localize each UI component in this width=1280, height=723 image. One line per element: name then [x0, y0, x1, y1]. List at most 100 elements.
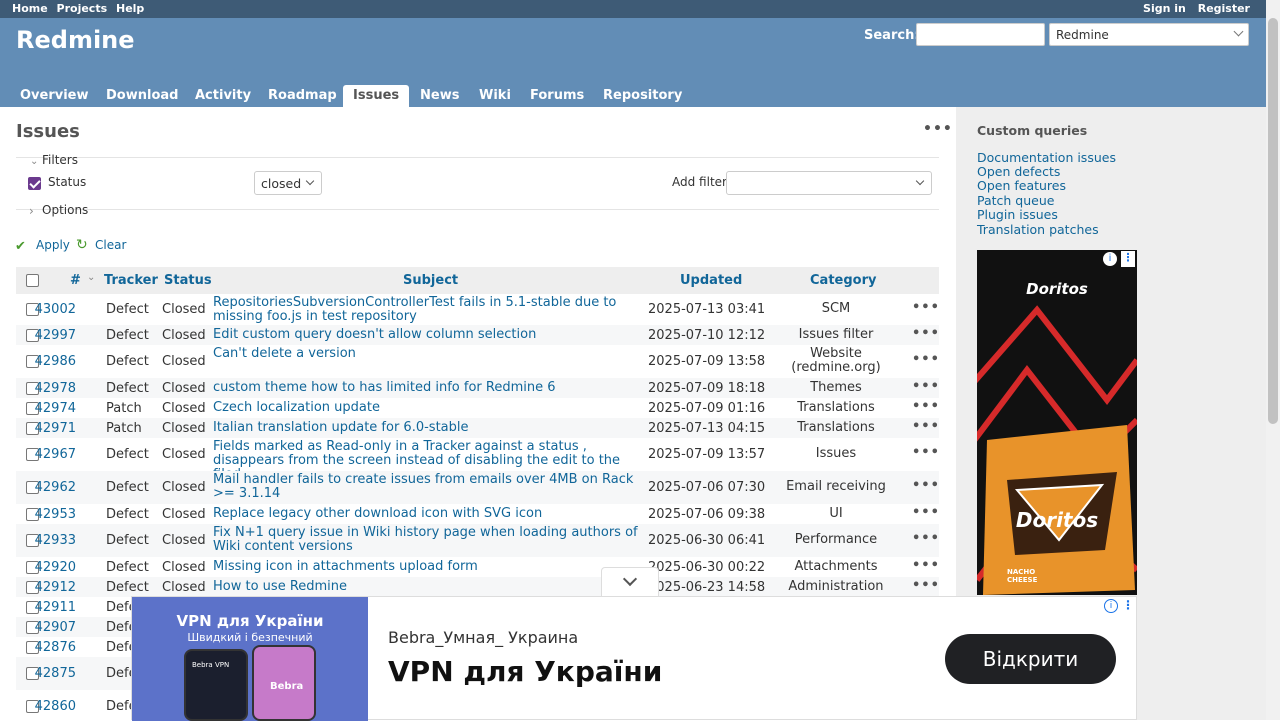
issue-id[interactable]: 42911 — [16, 600, 76, 615]
query-link[interactable]: Open features — [977, 178, 1066, 193]
filters-toggle[interactable]: Filters — [42, 153, 78, 167]
tab-news[interactable]: News — [410, 85, 469, 107]
ad-info-icon[interactable]: i — [1104, 599, 1118, 613]
table-row[interactable]: 42971 Patch Closed Italian translation upda… — [16, 418, 939, 438]
table-row[interactable]: 42986 Defect Closed Can't delete a version 2… — [16, 345, 939, 378]
issue-id[interactable]: 42953 — [16, 507, 76, 522]
search-input[interactable] — [916, 23, 1045, 46]
issue-subject[interactable]: custom theme how to has limited info for… — [213, 380, 639, 395]
tab-activity[interactable]: Activity — [185, 85, 261, 107]
query-link[interactable]: Patch queue — [977, 193, 1054, 208]
issue-id[interactable]: 42876 — [16, 640, 76, 655]
top-link-home[interactable]: Home — [12, 2, 48, 15]
site-title[interactable]: Redmine — [16, 26, 135, 54]
issue-subject[interactable]: Mail handler fails to create issues from… — [213, 473, 639, 501]
tab-repository[interactable]: Repository — [593, 85, 692, 107]
ad-menu-icon[interactable]: ⋮ — [1121, 251, 1135, 267]
register-link[interactable]: Register — [1198, 2, 1250, 15]
query-link[interactable]: Plugin issues — [977, 207, 1058, 222]
tab-wiki[interactable]: Wiki — [469, 85, 521, 107]
row-actions-icon[interactable]: ••• — [912, 531, 940, 546]
issue-id[interactable]: 42933 — [16, 533, 76, 548]
row-actions-icon[interactable]: ••• — [912, 379, 940, 394]
project-jump-select[interactable]: Redmine — [1049, 23, 1249, 46]
col-subject[interactable]: Subject — [403, 273, 458, 288]
row-actions-icon[interactable]: ••• — [912, 326, 940, 341]
chevron-down-icon[interactable]: ⌄ — [30, 156, 38, 167]
row-actions-icon[interactable]: ••• — [912, 300, 940, 315]
row-actions-icon[interactable]: ••• — [912, 558, 940, 573]
top-link-help[interactable]: Help — [116, 2, 144, 15]
row-actions-icon[interactable]: ••• — [912, 445, 940, 460]
actions-menu-icon[interactable]: ••• — [923, 121, 953, 137]
issue-subject[interactable]: Can't delete a version — [213, 347, 639, 361]
col-tracker[interactable]: Tracker — [104, 273, 158, 288]
ad-collapse-handle[interactable] — [601, 567, 659, 596]
tab-issues[interactable]: Issues — [343, 85, 410, 107]
clear-button[interactable]: Clear — [95, 238, 126, 252]
sign-in-link[interactable]: Sign in — [1143, 2, 1186, 15]
issue-id[interactable]: 42974 — [16, 401, 76, 416]
issue-subject[interactable]: Czech localization update — [213, 400, 639, 415]
row-actions-icon[interactable]: ••• — [912, 478, 940, 493]
status-operator-select[interactable]: closed — [254, 171, 322, 195]
issue-id[interactable]: 43002 — [16, 302, 76, 317]
chevron-right-icon[interactable]: › — [29, 204, 34, 218]
ad-cta-button[interactable]: Відкрити — [945, 634, 1116, 684]
issue-subject[interactable]: Fix N+1 query issue in Wiki history page… — [213, 526, 639, 554]
table-row[interactable]: 42978 Defect Closed custom theme how to has… — [16, 378, 939, 398]
issue-id[interactable]: 42860 — [16, 699, 76, 714]
issue-subject[interactable]: RepositoriesSubversionControllerTest fai… — [213, 296, 639, 324]
select-all-checkbox[interactable] — [26, 274, 39, 287]
table-row[interactable]: 42920 Defect Closed Missing icon in attachm… — [16, 557, 939, 577]
table-row[interactable]: 42962 Defect Closed Mail handler fails to c… — [16, 471, 939, 504]
table-row[interactable]: 42974 Patch Closed Czech localization updat… — [16, 398, 939, 418]
issue-id[interactable]: 42986 — [16, 354, 76, 369]
row-actions-icon[interactable]: ••• — [912, 578, 940, 593]
bottom-ad-banner[interactable]: VPN для України Швидкий і безпечний Bebr… — [131, 596, 1137, 721]
ad-menu-icon[interactable]: ⋮ — [1122, 598, 1134, 612]
ad-info-icon[interactable]: i — [1103, 252, 1117, 266]
issue-subject[interactable]: How to use Redmine — [213, 579, 639, 594]
issue-id[interactable]: 42978 — [16, 381, 76, 396]
issue-subject[interactable]: Replace legacy other download icon with … — [213, 506, 639, 521]
issue-id[interactable]: 42962 — [16, 480, 76, 495]
row-actions-icon[interactable]: ••• — [912, 419, 940, 434]
col-status[interactable]: Status — [164, 273, 212, 288]
issue-id[interactable]: 42907 — [16, 620, 76, 635]
query-link[interactable]: Translation patches — [977, 222, 1099, 237]
add-filter-select[interactable] — [726, 171, 932, 195]
tab-roadmap[interactable]: Roadmap — [258, 85, 347, 107]
row-actions-icon[interactable]: ••• — [912, 399, 940, 414]
col-id[interactable]: # — [70, 273, 81, 288]
issue-id[interactable]: 42912 — [16, 580, 76, 595]
table-row[interactable]: 42912 Defect Closed How to use Redmine 2025-… — [16, 577, 939, 597]
status-filter-checkbox[interactable] — [28, 177, 41, 190]
tab-download[interactable]: Download — [96, 85, 188, 107]
issue-id[interactable]: 42967 — [16, 447, 76, 462]
sidebar-ad[interactable]: i ⋮ Doritos Doritos NACHO CHEESE — [977, 250, 1137, 595]
col-updated[interactable]: Updated — [680, 273, 742, 288]
query-link[interactable]: Documentation issues — [977, 150, 1116, 165]
issue-subject[interactable]: Italian translation update for 6.0-stabl… — [213, 420, 639, 435]
apply-button[interactable]: Apply — [36, 238, 70, 252]
issue-subject[interactable]: Edit custom query doesn't allow column s… — [213, 327, 639, 342]
table-row[interactable]: 43002 Defect Closed RepositoriesSubversionC… — [16, 294, 939, 325]
tab-overview[interactable]: Overview — [10, 85, 99, 107]
top-link-projects[interactable]: Projects — [57, 2, 108, 15]
query-link[interactable]: Open defects — [977, 164, 1060, 179]
row-actions-icon[interactable]: ••• — [912, 352, 940, 367]
row-actions-icon[interactable]: ••• — [912, 505, 940, 520]
table-row[interactable]: 42967 Defect Closed Fields marked as Read-o… — [16, 438, 940, 482]
issue-id[interactable]: 42920 — [16, 560, 76, 575]
scrollbar-thumb[interactable] — [1268, 18, 1278, 424]
table-row[interactable]: 42933 Defect Closed Fix N+1 query issue in … — [16, 524, 939, 557]
issue-id[interactable]: 42997 — [16, 328, 76, 343]
col-category[interactable]: Category — [810, 273, 876, 288]
table-row[interactable]: 42953 Defect Closed Replace legacy other do… — [16, 504, 939, 524]
tab-forums[interactable]: Forums — [520, 85, 594, 107]
issue-subject[interactable]: Missing icon in attachments upload form — [213, 559, 639, 574]
options-toggle[interactable]: Options — [42, 203, 88, 217]
issue-id[interactable]: 42875 — [16, 666, 76, 681]
issue-id[interactable]: 42971 — [16, 421, 76, 436]
